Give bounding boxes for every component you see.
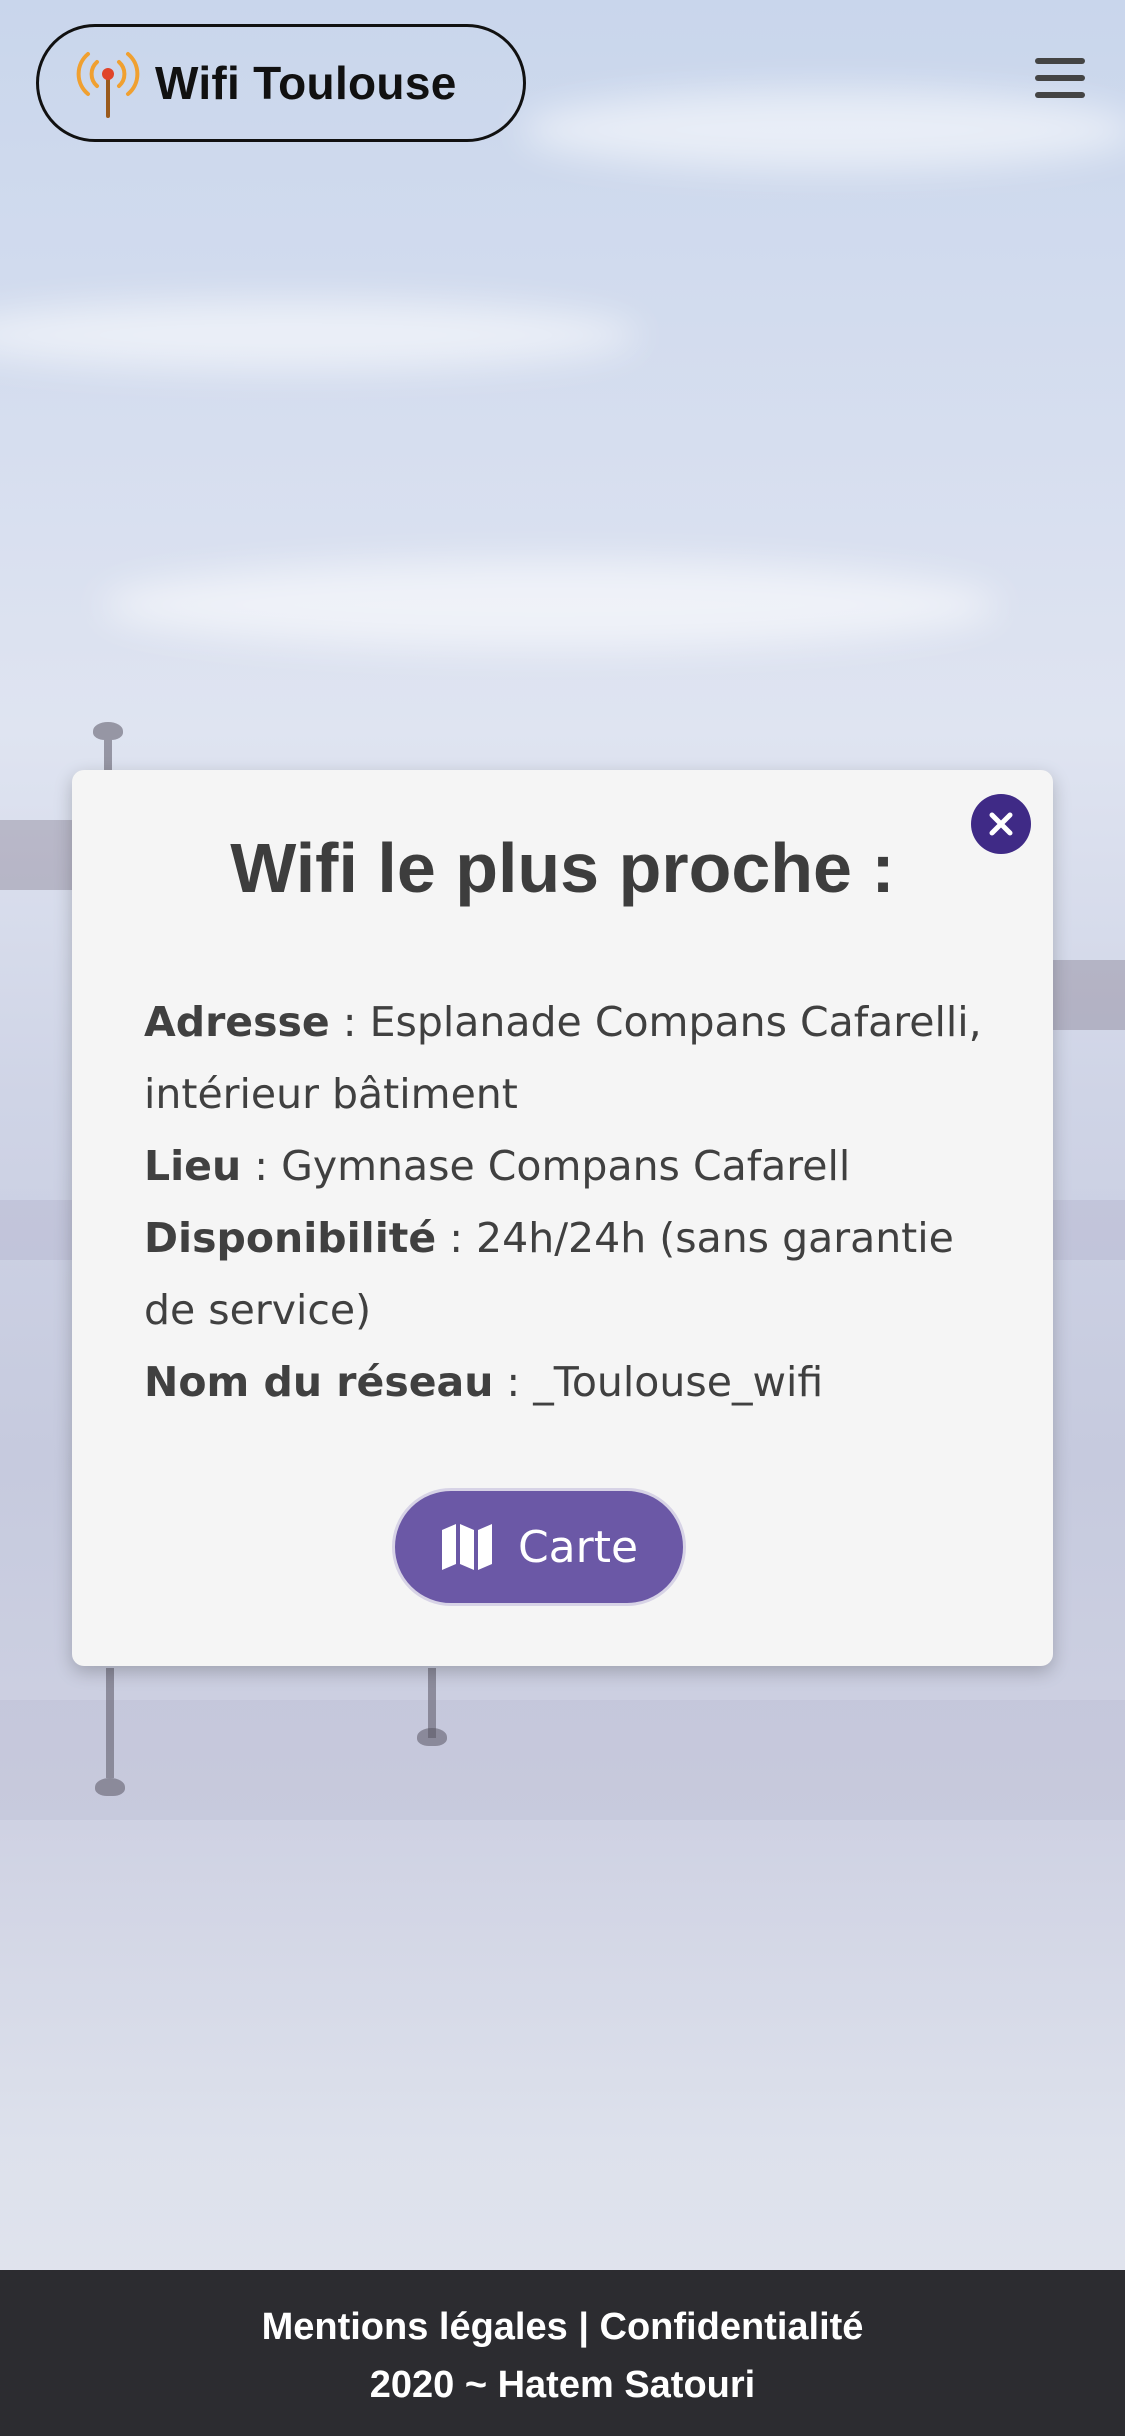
map-button[interactable]: Carte [392,1488,686,1606]
hamburger-menu-icon[interactable] [1035,58,1085,98]
bridge-left-background [0,820,80,890]
address-label: Adresse [144,998,330,1046]
privacy-link[interactable]: Confidentialité [600,2306,864,2348]
brand-home-link[interactable]: Wifi Toulouse [36,24,526,142]
footer-copyright: 2020 ~ Hatem Satouri [369,2364,756,2406]
wifi-details: Adresse : Esplanade Compans Cafarelli, i… [144,986,993,1418]
lamp-head [93,722,123,740]
map-button-label: Carte [517,1521,639,1573]
network-name-label: Nom du réseau [144,1358,494,1406]
wifi-antenna-icon [76,52,140,118]
lamp-reflection-head [95,1778,125,1796]
page: Wifi Toulouse Wifi le plus proche : Adre… [0,0,1125,2436]
availability-label: Disponibilité [144,1214,437,1262]
lamp-reflection [106,1668,114,1778]
network-name-row: Nom du réseau : _Toulouse_wifi [144,1346,993,1418]
legal-notice-link[interactable]: Mentions légales [262,2306,568,2348]
footer-links: Mentions légales | Confidentialité [0,2306,1125,2349]
modal-title: Wifi le plus proche : [230,829,895,907]
brand-name: Wifi Toulouse [155,57,457,109]
menu-bar [1035,92,1085,98]
network-name-value: : _Toulouse_wifi [493,1358,824,1406]
map-icon [441,1524,492,1570]
footer: Mentions légales | Confidentialité 2020 … [0,2270,1125,2436]
place-row: Lieu : Gymnase Compans Cafarell [144,1130,993,1202]
footer-separator: | [578,2306,600,2348]
menu-bar [1035,75,1085,81]
nearest-wifi-modal: Wifi le plus proche : Adresse : Esplanad… [72,770,1053,1666]
menu-bar [1035,58,1085,64]
bridge-right-background [1045,960,1125,1030]
place-value: : Gymnase Compans Cafarell [241,1142,851,1190]
cloud-streak [100,560,1000,650]
address-row: Adresse : Esplanade Compans Cafarelli, i… [144,986,993,1130]
cloud-streak [0,300,640,370]
lamp-reflection-head [417,1728,447,1746]
cloud-streak [520,90,1125,170]
place-label: Lieu [144,1142,242,1190]
availability-row: Disponibilité : 24h/24h (sans garantie d… [144,1202,993,1346]
river-reflection [0,1700,1125,1820]
